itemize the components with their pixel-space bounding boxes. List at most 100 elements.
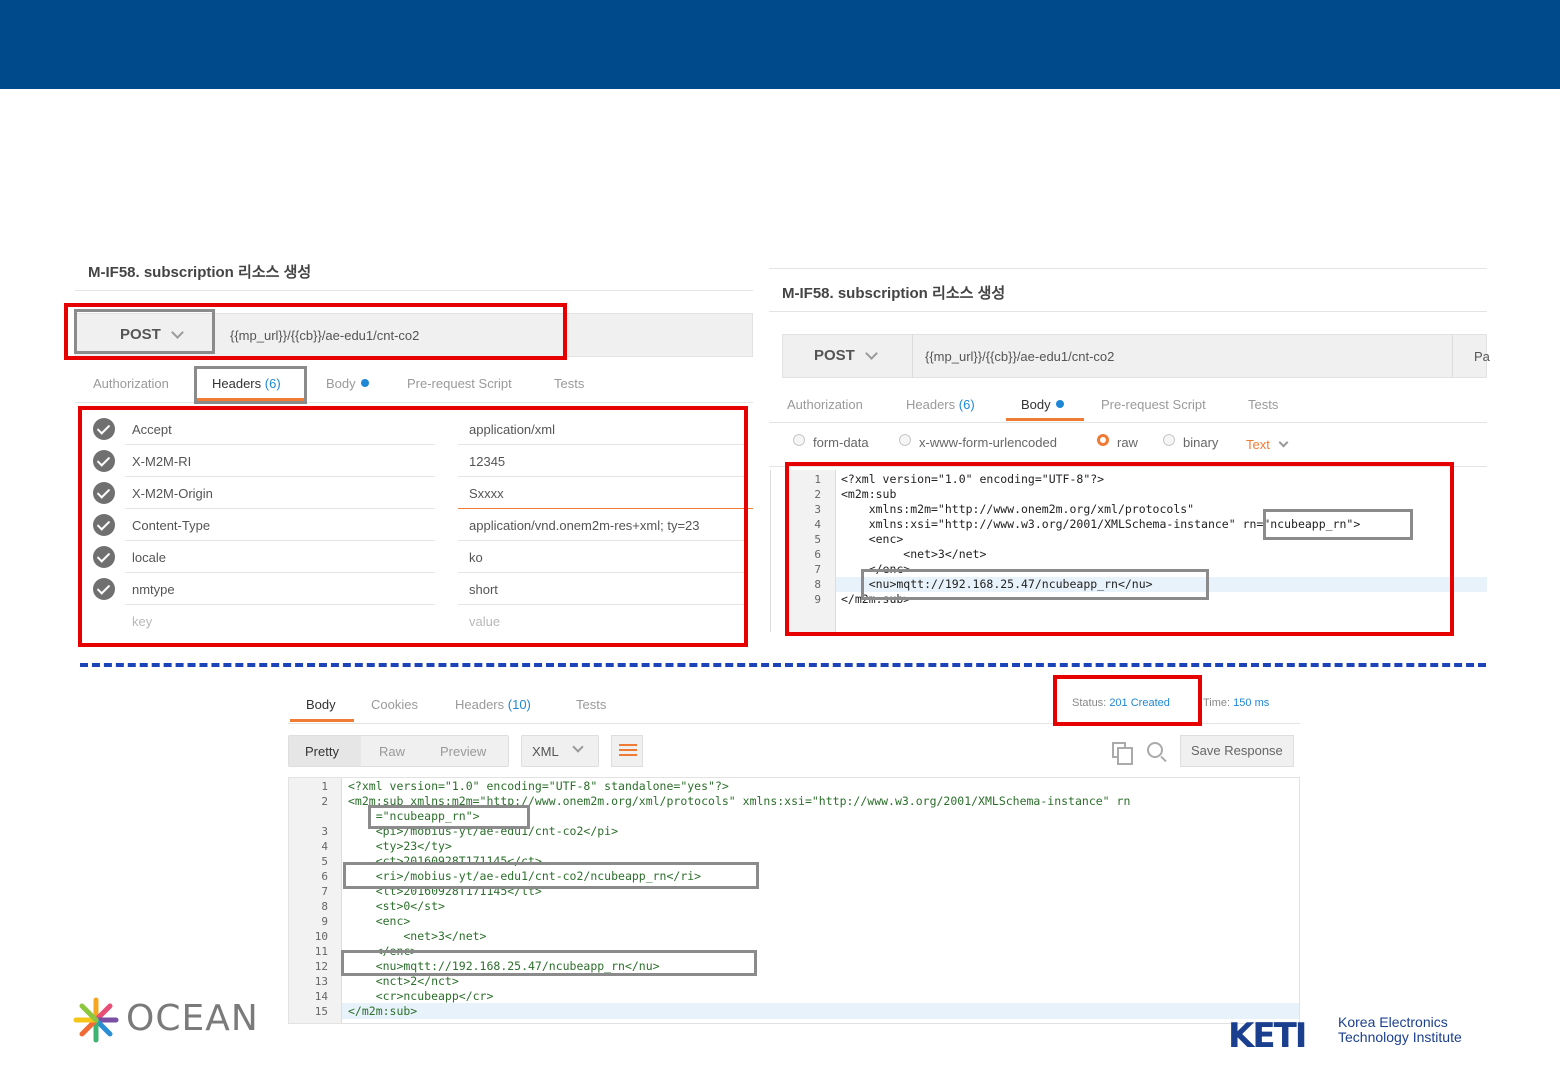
line-number: 14 <box>314 990 328 1003</box>
highlight-box-nu-element <box>861 569 1209 600</box>
right-method-select[interactable]: POST <box>814 346 878 364</box>
slide-header-bar <box>0 0 1560 89</box>
code-line[interactable]: </m2m:sub> <box>348 1004 417 1018</box>
right-tab-body[interactable]: Body <box>1021 397 1064 412</box>
tab-label: Headers <box>906 397 956 412</box>
highlight-box-status <box>1053 675 1202 726</box>
divider <box>1452 335 1453 377</box>
active-tab-indicator <box>290 719 354 722</box>
tab-label: Body <box>1021 397 1051 412</box>
save-response-button[interactable]: Save Response <box>1180 735 1294 767</box>
modified-dot-icon <box>1055 400 1064 408</box>
keti-name-line: Korea Electronics <box>1338 1014 1448 1030</box>
divider <box>75 290 753 291</box>
radio-binary[interactable] <box>1163 434 1175 446</box>
right-tab-headers[interactable]: Headers (6) <box>906 397 975 412</box>
radio-raw[interactable] <box>1097 434 1109 446</box>
line-number: 4 <box>321 840 328 853</box>
code-line[interactable]: <?xml version="1.0" encoding="UTF-8" sta… <box>348 779 729 793</box>
method-label: POST <box>814 347 855 364</box>
highlight-box-ri <box>343 862 759 889</box>
tab-count: (10) <box>507 697 531 712</box>
time-value: 150 ms <box>1233 697 1270 709</box>
ocean-logo-text: OCEAN <box>126 998 259 1039</box>
left-tab-body[interactable]: Body <box>326 376 369 391</box>
view-mode-raw[interactable]: Raw <box>379 744 405 759</box>
copy-icon[interactable] <box>1112 742 1133 765</box>
radio-form-data[interactable] <box>793 434 805 446</box>
tab-label: Body <box>326 376 356 391</box>
highlight-box-rn-attribute <box>1263 509 1413 540</box>
keti-logo-mark: KETI <box>1228 1016 1307 1056</box>
line-number: 5 <box>321 855 328 868</box>
radio-label: binary <box>1183 435 1219 450</box>
radio-urlencoded[interactable] <box>899 434 911 446</box>
wrap-lines-button[interactable] <box>611 735 643 767</box>
tab-count: (6) <box>958 397 975 412</box>
radio-label: raw <box>1117 435 1138 450</box>
view-mode-pretty[interactable]: Pretty <box>305 744 339 759</box>
response-tab-cookies[interactable]: Cookies <box>371 697 418 712</box>
response-tab-headers[interactable]: Headers (10) <box>455 697 531 712</box>
divider <box>769 311 1487 312</box>
highlight-box-headers-tab <box>194 366 307 404</box>
left-tab-prerequest[interactable]: Pre-request Script <box>407 376 512 391</box>
right-tab-authorization[interactable]: Authorization <box>787 397 863 412</box>
code-line[interactable]: <net>3</net> <box>348 929 486 943</box>
highlight-box-nu <box>341 950 757 976</box>
line-number: 15 <box>314 1005 328 1018</box>
divider <box>770 470 771 632</box>
line-number: 7 <box>321 885 328 898</box>
highlight-box-headers <box>78 406 748 647</box>
response-tab-tests[interactable]: Tests <box>576 697 606 712</box>
line-number: 11 <box>314 945 328 958</box>
active-tab-indicator <box>1006 418 1084 421</box>
divider <box>912 335 913 377</box>
time-label: Time: <box>1203 697 1231 709</box>
content-type-select[interactable]: Text <box>1246 437 1289 452</box>
highlight-box-rn <box>368 805 530 829</box>
modified-dot-icon <box>360 379 369 387</box>
line-number: 1 <box>321 780 328 793</box>
ocean-logo-icon <box>73 997 119 1043</box>
line-number: 6 <box>321 870 328 883</box>
chevron-down-icon <box>864 346 878 360</box>
format-label: XML <box>532 744 559 759</box>
time-readout: Time: 150 ms <box>1203 697 1269 709</box>
right-request-bar <box>782 334 1487 378</box>
line-number: 12 <box>314 960 328 973</box>
line-number: 8 <box>321 900 328 913</box>
search-icon[interactable] <box>1147 742 1163 758</box>
line-number: 10 <box>314 930 328 943</box>
highlight-box-method <box>74 309 215 354</box>
view-mode-preview[interactable]: Preview <box>440 744 486 759</box>
code-line[interactable]: <nct>2</nct> <box>348 974 459 988</box>
code-line[interactable]: <ty>23</ty> <box>348 839 452 853</box>
right-tab-tests[interactable]: Tests <box>1248 397 1278 412</box>
line-number: 2 <box>321 795 328 808</box>
divider <box>769 422 1487 423</box>
line-number: 9 <box>321 915 328 928</box>
section-separator <box>80 663 1486 667</box>
left-tab-authorization[interactable]: Authorization <box>93 376 169 391</box>
keti-name-line: Technology Institute <box>1338 1029 1462 1045</box>
right-tab-prerequest[interactable]: Pre-request Script <box>1101 397 1206 412</box>
highlight-box-request-body <box>785 462 1454 636</box>
code-line[interactable]: <st>0</st> <box>348 899 445 913</box>
response-tab-body[interactable]: Body <box>306 697 336 712</box>
divider <box>769 268 1487 269</box>
code-line[interactable]: <enc> <box>348 914 411 928</box>
keti-logo-name: Korea Electronics Technology Institute <box>1338 1015 1462 1045</box>
line-number: 13 <box>314 975 328 988</box>
right-request-title: M-IF58. subscription 리소스 생성 <box>782 285 1006 302</box>
line-number: 3 <box>321 825 328 838</box>
content-type-label: Text <box>1246 437 1270 452</box>
tab-label: Headers <box>455 697 505 712</box>
right-url-input[interactable]: {{mp_url}}/{{cb}}/ae-edu1/cnt-co2 <box>925 349 1114 364</box>
divider <box>75 402 753 403</box>
code-line[interactable]: <cr>ncubeapp</cr> <box>348 989 494 1003</box>
left-tab-tests[interactable]: Tests <box>554 376 584 391</box>
radio-label: form-data <box>813 435 869 450</box>
params-button[interactable]: Pa <box>1474 349 1490 364</box>
radio-label: x-www-form-urlencoded <box>919 435 1057 450</box>
